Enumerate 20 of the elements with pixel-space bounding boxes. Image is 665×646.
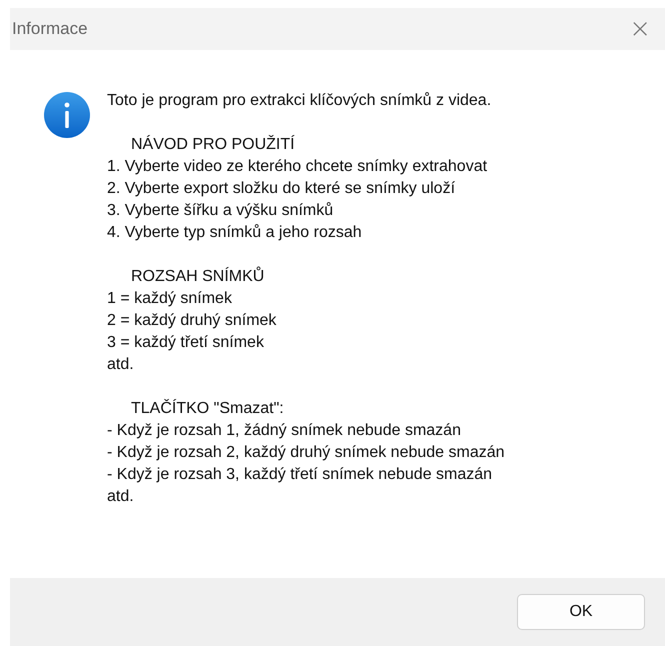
instruction-line: - Když je rozsah 2, každý druhý snímek nebude smazán — [107, 443, 505, 463]
intro-text: Toto je program pro extrakci klíčových snímků z videa. — [107, 91, 492, 111]
instruction-line: 4. Vyberte typ snímků a jeho rozsah — [107, 223, 363, 243]
section-heading: TLAČÍTKO "Smazat": — [130, 398, 285, 419]
instruction-line: 2. Vyberte export složku do které se snímky uloží — [107, 179, 456, 199]
instruction-line: 1 = každý snímek — [107, 289, 233, 309]
instruction-line: - Když je rozsah 3, každý třetí snímek nebude smazán — [107, 465, 494, 485]
instruction-line: 3 = každý třetí snímek — [107, 333, 265, 353]
close-button[interactable]: × — [615, 14, 665, 44]
instruction-line: 2 = každý druhý snímek — [107, 311, 278, 331]
instruction-line: atd. — [107, 487, 135, 507]
window-title: Informace — [12, 19, 88, 39]
instruction-line: atd. — [107, 355, 135, 375]
section-heading: NÁVOD PRO POUŽITÍ — [130, 134, 296, 155]
section-heading: ROZSAH SNÍMKŮ — [130, 266, 266, 287]
instruction-line: 1. Vyberte video ze kterého chcete snímky extrahovat — [107, 157, 488, 177]
info-icon — [44, 92, 90, 138]
ok-button[interactable]: OK — [517, 594, 645, 630]
instruction-line: - Když je rozsah 1, žádný snímek nebude smazán — [107, 421, 462, 441]
instruction-line: 3. Vyberte šířku a výšku snímků — [107, 201, 334, 221]
